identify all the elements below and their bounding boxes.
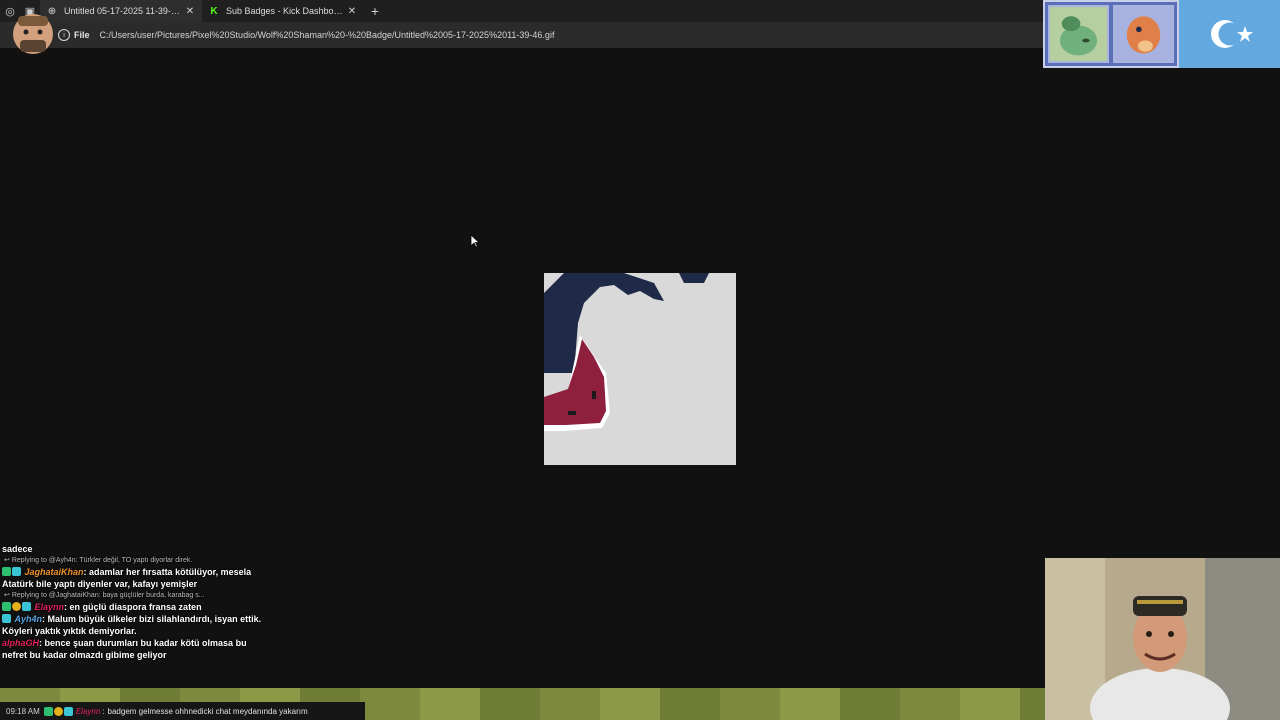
wolf-badge-icon [63, 706, 73, 716]
chat-username[interactable]: Elaynn [76, 707, 100, 716]
kick-icon: K [210, 5, 218, 17]
tab-label: Untitled 05-17-2025 11-39-46.gif [64, 6, 184, 16]
reply-arrow-icon: ↩ [4, 557, 10, 564]
subscriber-badge-icon [43, 706, 53, 716]
chat-text: badgem gelmesse ohhnedicki chat meydanın… [107, 706, 308, 716]
tab-bar: ◎ ▣ ⊕ Untitled 05-17-2025 11-39-46.gif ✕… [0, 0, 1043, 22]
chat-message: JaghataiKhan: adamlar her fırsatta kötül… [2, 567, 252, 589]
reply-text: Replying to @Ayh4n: Türkler değil, TO ya… [11, 557, 193, 564]
wolf-badge-icon [2, 614, 11, 623]
streamer-avatar [6, 6, 60, 60]
subscriber-badge-icon [2, 602, 11, 611]
reply-text: Replying to @JaghataiKhan: baya güçlüler… [11, 592, 205, 599]
new-tab-button[interactable]: + [364, 0, 386, 22]
mouse-cursor-icon [470, 234, 481, 253]
screen: ◎ ▣ ⊕ Untitled 05-17-2025 11-39-46.gif ✕… [0, 0, 1280, 720]
tab-untitled-gif[interactable]: ⊕ Untitled 05-17-2025 11-39-46.gif ✕ [40, 0, 202, 22]
chat-overlay: sadece ↩ Replying to @Ayh4n: Türkler değ… [0, 543, 270, 661]
gift-badge-icon [53, 706, 63, 716]
chat-username[interactable]: Elaynn [35, 602, 65, 612]
pokemon-overlay [1043, 0, 1179, 68]
wolf-badge-icon [12, 567, 21, 576]
chat-message: Elaynn: en güçlü diaspora fransa zaten [0, 601, 270, 613]
charmander-portrait [1113, 5, 1174, 63]
bulbasaur-portrait [1048, 5, 1109, 63]
address-bar[interactable]: i File C:/Users/user/Pictures/Pixel%20St… [0, 22, 1043, 48]
chat-username[interactable]: alphaGH [2, 638, 39, 648]
east-turkestan-flag [1179, 0, 1280, 68]
subscriber-badge-icon [2, 567, 11, 576]
chat-reply-preview: ↩ Replying to @Ayh4n: Türkler değil, TO … [0, 555, 270, 566]
address-url[interactable]: C:/Users/user/Pictures/Pixel%20Studio/Wo… [100, 30, 555, 40]
chat-timestamp: 09:18 AM [6, 706, 40, 716]
webcam-feed [1045, 558, 1280, 720]
wolf-badge-icon [22, 602, 31, 611]
close-tab-icon[interactable]: ✕ [346, 6, 358, 17]
chat-text: bence şuan durumları bu kadar kötü olmas… [2, 638, 247, 660]
chat-reply-preview: ↩ Replying to @JaghataiKhan: baya güçlül… [0, 590, 270, 601]
gift-badge-icon [12, 602, 21, 611]
tab-sub-badges[interactable]: K Sub Badges - Kick Dashboard ✕ [202, 0, 364, 22]
address-scheme-label: File [74, 30, 90, 40]
reply-arrow-icon: ↩ [4, 592, 10, 599]
chat-message: Ayh4n: Malum büyük ülkeler bizi silahlan… [2, 614, 262, 636]
chat-message: alphaGH: bence şuan durumları bu kadar k… [2, 638, 247, 660]
tab-label: Sub Badges - Kick Dashboard [226, 6, 346, 16]
gif-preview-image [544, 273, 736, 465]
chat-username[interactable]: Ayh4n [15, 614, 43, 624]
chat-username[interactable]: JaghataiKhan [25, 567, 84, 577]
chat-text: en güçlü diaspora fransa zaten [69, 602, 202, 612]
latest-chat-bar: 09:18 AM Elaynn: badgem gelmesse ohhnedi… [0, 702, 365, 720]
close-tab-icon[interactable]: ✕ [184, 6, 196, 17]
chat-text: sadece [2, 544, 33, 554]
chat-message: sadece [0, 543, 270, 555]
